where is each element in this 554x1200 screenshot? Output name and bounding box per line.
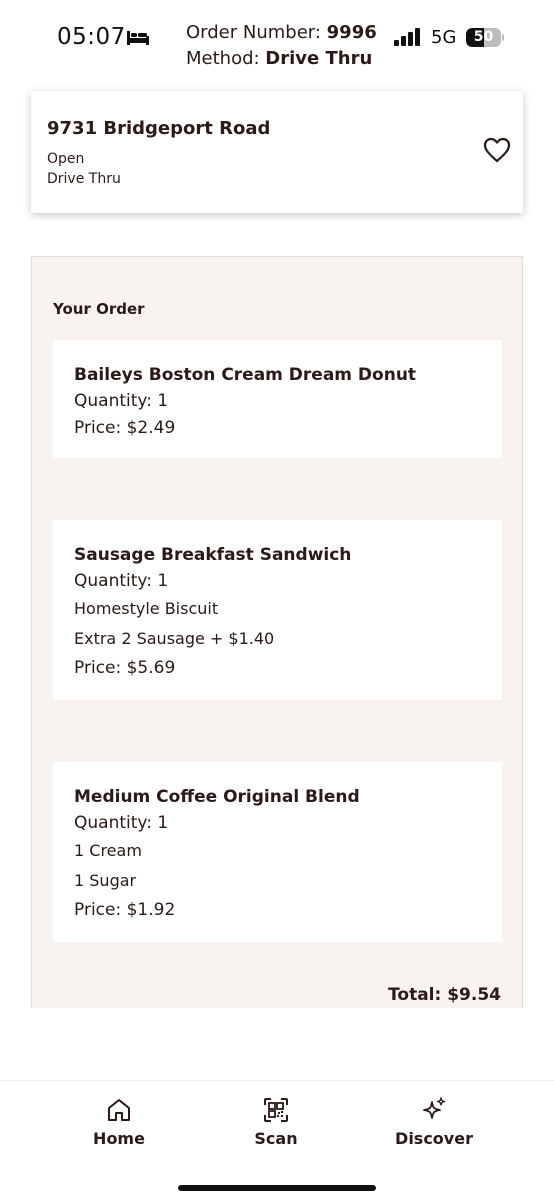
network-type: 5G xyxy=(431,27,457,48)
item-quantity: Quantity: 1 xyxy=(74,813,169,833)
order-method: Drive Thru xyxy=(265,48,373,69)
item-modifier: 1 Cream xyxy=(74,841,142,860)
sparkle-icon xyxy=(423,1097,446,1119)
item-modifier: Extra 2 Sausage + $1.40 xyxy=(74,629,275,648)
bottom-nav: Home Scan Discover xyxy=(0,1080,554,1200)
item-quantity: Quantity: 1 xyxy=(74,391,169,411)
order-item-card[interactable]: Baileys Boston Cream Dream Donut Quantit… xyxy=(53,340,502,458)
item-price: Price: $5.69 xyxy=(74,658,176,678)
store-card: 9731 Bridgeport Road Open Drive Thru xyxy=(31,91,523,213)
nav-home-tab[interactable]: Home xyxy=(59,1097,179,1148)
store-method: Drive Thru xyxy=(47,171,121,187)
order-method-line: Method: Drive Thru xyxy=(186,48,373,69)
item-name: Baileys Boston Cream Dream Donut xyxy=(74,365,417,385)
item-price: Price: $1.92 xyxy=(74,900,176,920)
item-price: Price: $2.49 xyxy=(74,418,176,438)
status-bar: 05:07 Order Number: 9996 Method: Drive T… xyxy=(0,0,554,80)
order-item-card[interactable]: Medium Coffee Original Blend Quantity: 1… xyxy=(53,762,502,942)
nav-discover-label: Discover xyxy=(395,1129,473,1148)
order-number-line: Order Number: 9996 xyxy=(186,22,377,43)
nav-scan-label: Scan xyxy=(254,1129,298,1148)
item-modifier: Homestyle Biscuit xyxy=(74,599,219,618)
home-icon xyxy=(108,1099,130,1121)
status-time: 05:07 xyxy=(57,24,126,50)
qr-scan-icon xyxy=(264,1098,288,1122)
cellular-signal-icon xyxy=(394,28,420,46)
order-total: Total: $9.54 xyxy=(388,985,501,1005)
order-panel: Your Order Baileys Boston Cream Dream Do… xyxy=(31,256,523,1008)
nav-discover-tab[interactable]: Discover xyxy=(374,1097,494,1148)
home-indicator[interactable] xyxy=(178,1185,376,1191)
store-status: Open xyxy=(47,151,85,167)
battery-level: 50 xyxy=(473,29,494,45)
item-modifier: 1 Sugar xyxy=(74,871,137,890)
item-quantity: Quantity: 1 xyxy=(74,571,169,591)
order-heading: Your Order xyxy=(53,300,145,318)
order-item-card[interactable]: Sausage Breakfast Sandwich Quantity: 1 H… xyxy=(53,520,502,700)
favorite-heart-icon[interactable] xyxy=(483,137,511,163)
nav-scan-tab[interactable]: Scan xyxy=(216,1097,336,1148)
bed-icon xyxy=(127,31,149,45)
order-number: 9996 xyxy=(326,22,377,43)
item-name: Medium Coffee Original Blend xyxy=(74,787,360,807)
nav-home-label: Home xyxy=(93,1129,145,1148)
battery-icon: 50 xyxy=(466,28,504,47)
order-info: Order Number: 9996 Method: Drive Thru xyxy=(186,20,377,72)
item-name: Sausage Breakfast Sandwich xyxy=(74,545,352,565)
store-name: 9731 Bridgeport Road xyxy=(47,118,271,139)
